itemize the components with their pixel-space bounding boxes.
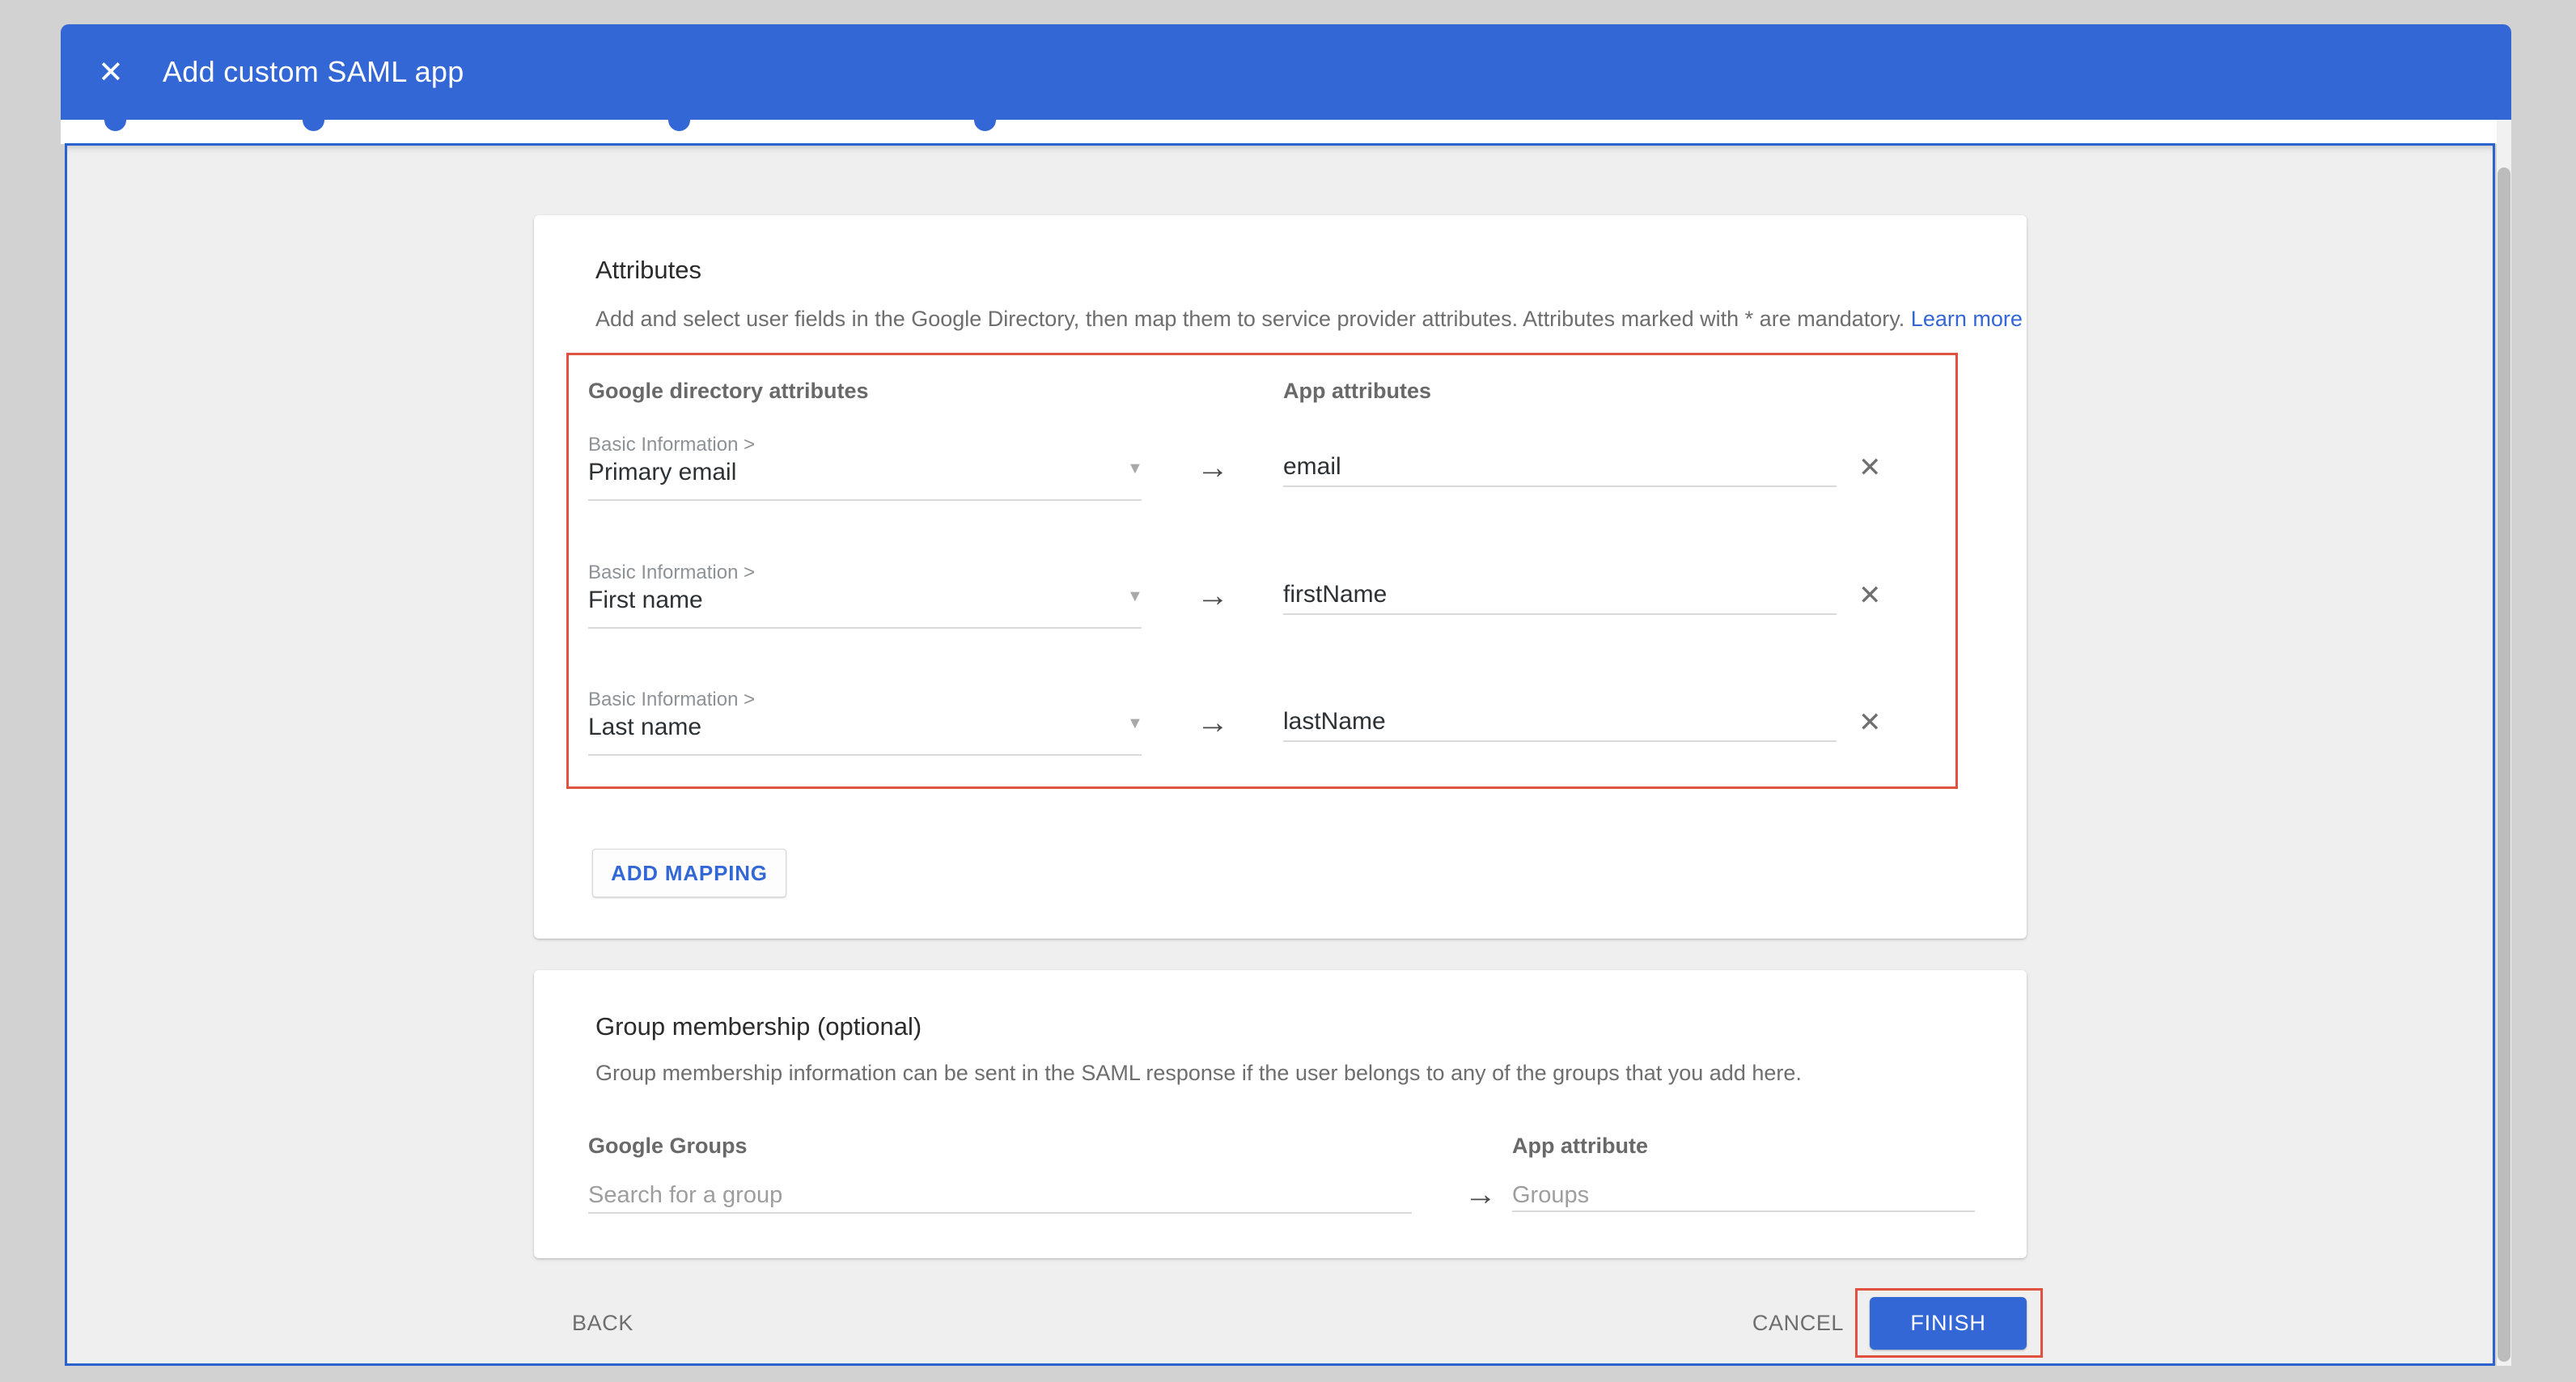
close-icon[interactable]: ✕ [98,24,124,120]
mapping-row: Basic Information > Primary email ▼ → ✕ [588,434,1974,539]
stepper-strip [61,120,2511,144]
mapping-row: Basic Information > First name ▼ → ✕ [588,562,1974,667]
add-custom-saml-app-dialog: ✕ Add custom SAML app Attributes Add and… [0,0,2576,1382]
cancel-button[interactable]: CANCEL [1739,1301,1857,1345]
directory-attribute-select[interactable]: Last name [588,714,701,741]
group-membership-card-description: Group membership information can be sent… [595,1061,1802,1086]
input-underline [1512,1210,1975,1212]
groups-app-attribute-input[interactable] [1512,1182,1970,1209]
scrollbar-thumb[interactable] [2498,167,2510,1362]
dialog-header-bar: ✕ Add custom SAML app [61,24,2511,120]
arrow-right-icon: → [1464,1176,1497,1213]
input-underline [1283,613,1837,615]
app-attribute-input[interactable] [1283,581,1833,608]
arrow-right-icon: → [1197,705,1229,741]
group-search-input[interactable] [588,1182,1409,1209]
column-header-google-directory-attributes: Google directory attributes [588,379,869,404]
directory-attribute-select[interactable]: First name [588,587,703,614]
attributes-card-title: Attributes [595,256,701,285]
learn-more-link[interactable]: Learn more [1911,307,2023,331]
directory-attribute-category-label: Basic Information > [588,562,755,584]
dropdown-arrow-icon[interactable]: ▼ [1127,587,1143,606]
input-underline [1283,740,1837,742]
arrow-right-icon: → [1197,450,1229,486]
select-underline [588,754,1142,756]
directory-attribute-select[interactable]: Primary email [588,459,736,486]
dropdown-arrow-icon[interactable]: ▼ [1127,714,1143,733]
back-button[interactable]: BACK [554,1301,651,1345]
group-membership-card-title: Group membership (optional) [595,1012,922,1041]
select-underline [588,499,1142,501]
group-membership-card: Group membership (optional) Group member… [534,970,2027,1258]
app-attribute-input[interactable] [1283,453,1833,481]
scrollbar-track[interactable] [2497,120,2511,1366]
column-header-app-attribute: App attribute [1512,1134,1648,1159]
remove-mapping-icon[interactable]: ✕ [1858,451,1882,484]
directory-attribute-category-label: Basic Information > [588,434,755,456]
attributes-description-text: Add and select user fields in the Google… [595,307,1904,331]
remove-mapping-icon[interactable]: ✕ [1858,706,1882,739]
input-underline [1283,485,1837,487]
column-header-google-groups: Google Groups [588,1134,748,1159]
finish-button[interactable]: FINISH [1870,1297,2027,1350]
attributes-card: Attributes Add and select user fields in… [534,215,2027,939]
mapping-row: Basic Information > Last name ▼ → ✕ [588,689,1974,794]
select-underline [588,627,1142,629]
remove-mapping-icon[interactable]: ✕ [1858,579,1882,612]
arrow-right-icon: → [1197,578,1229,614]
attributes-card-description: Add and select user fields in the Google… [595,307,2023,332]
add-mapping-button[interactable]: ADD MAPPING [592,849,786,897]
directory-attribute-category-label: Basic Information > [588,689,755,711]
app-attribute-input[interactable] [1283,708,1833,736]
dialog-title: Add custom SAML app [163,24,464,120]
dropdown-arrow-icon[interactable]: ▼ [1127,460,1143,478]
input-underline [588,1212,1412,1214]
column-header-app-attributes: App attributes [1283,379,1431,404]
